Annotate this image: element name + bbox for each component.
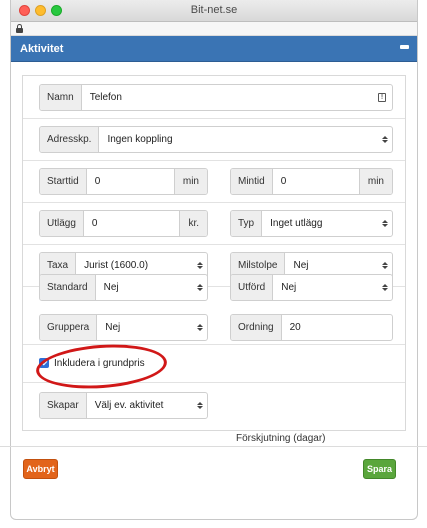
utlagg-label: Utlägg: [40, 211, 84, 236]
adresskp-select[interactable]: Adresskp. Ingen koppling: [39, 126, 393, 153]
footer-divider: [0, 446, 427, 447]
gruppera-select[interactable]: Gruppera Nej: [39, 314, 208, 341]
standard-label: Standard: [40, 275, 96, 300]
utlagg-unit: kr.: [179, 211, 207, 236]
mintid-input[interactable]: 0: [273, 169, 359, 194]
skapar-select[interactable]: Skapar Välj ev. aktivitet: [39, 392, 208, 419]
starttid-input[interactable]: 0: [87, 169, 174, 194]
lock-icon: [16, 24, 23, 33]
adresskp-value[interactable]: Ingen koppling: [99, 127, 378, 152]
typ-value[interactable]: Inget utlägg: [262, 211, 378, 236]
skapar-value[interactable]: Välj ev. aktivitet: [87, 393, 193, 418]
mintid-field[interactable]: Mintid 0 min: [230, 168, 393, 195]
standard-select[interactable]: Standard Nej: [39, 274, 208, 301]
select-arrows-icon: [193, 275, 207, 300]
typ-select[interactable]: Typ Inget utlägg: [230, 210, 393, 237]
utlagg-input[interactable]: 0: [84, 211, 180, 236]
mintid-label: Mintid: [231, 169, 273, 194]
typ-label: Typ: [231, 211, 263, 236]
gruppera-value[interactable]: Nej: [97, 315, 193, 340]
select-arrows-icon: [193, 393, 207, 418]
standard-value[interactable]: Nej: [96, 275, 193, 300]
address-bar[interactable]: [11, 22, 417, 36]
divider: [23, 244, 405, 245]
divider: [23, 202, 405, 203]
dialog-title: Aktivitet: [20, 43, 64, 55]
divider: [23, 160, 405, 161]
divider: [23, 118, 405, 119]
divider: [23, 344, 405, 345]
forskjutning-label: Förskjutning (dagar): [236, 433, 326, 444]
collapse-icon[interactable]: [400, 45, 409, 49]
utford-value[interactable]: Nej: [273, 275, 378, 300]
select-arrows-icon: [378, 127, 392, 152]
title-bar: Bit-net.se: [11, 0, 417, 22]
namn-input[interactable]: Telefon: [82, 85, 372, 110]
ordning-input[interactable]: 20: [282, 315, 392, 340]
window-title: Bit-net.se: [190, 4, 238, 16]
ordning-field[interactable]: Ordning 20: [230, 314, 393, 341]
gruppera-label: Gruppera: [40, 315, 98, 340]
namn-label: Namn: [40, 85, 82, 110]
dialog-header: Aktivitet: [11, 36, 417, 62]
select-arrows-icon: [378, 211, 392, 236]
starttid-label: Starttid: [40, 169, 87, 194]
save-button[interactable]: Spara: [363, 459, 396, 479]
utford-label: Utförd: [231, 275, 274, 300]
select-arrows-icon: [378, 275, 392, 300]
utford-select[interactable]: Utförd Nej: [230, 274, 393, 301]
adresskp-label: Adresskp.: [40, 127, 100, 152]
starttid-field[interactable]: Starttid 0 min: [39, 168, 208, 195]
ordning-label: Ordning: [231, 315, 282, 340]
utlagg-field[interactable]: Utlägg 0 kr.: [39, 210, 208, 237]
namn-field[interactable]: Namn Telefon !: [39, 84, 393, 111]
skapar-label: Skapar: [40, 393, 87, 418]
cancel-button[interactable]: Avbryt: [23, 459, 58, 479]
contact-card-icon[interactable]: !: [372, 85, 392, 110]
select-arrows-icon: [193, 315, 207, 340]
mintid-unit: min: [358, 169, 392, 194]
starttid-unit: min: [173, 169, 207, 194]
